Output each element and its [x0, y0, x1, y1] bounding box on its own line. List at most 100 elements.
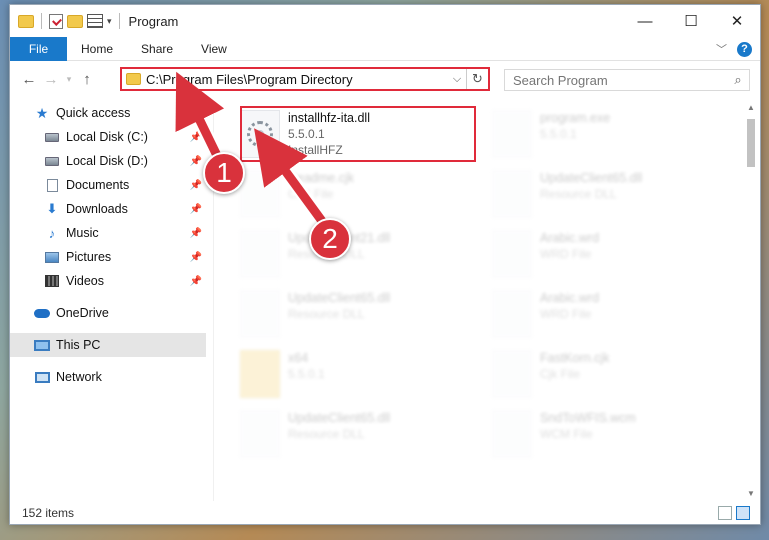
star-icon: ★ — [35, 104, 49, 121]
properties-icon[interactable] — [49, 13, 63, 29]
search-input[interactable] — [513, 72, 727, 88]
pin-icon[interactable]: 📌 — [190, 180, 202, 191]
tab-home[interactable]: Home — [67, 37, 127, 61]
file-item[interactable]: program.exe 5.5.0.1 — [482, 106, 722, 162]
search-box[interactable]: ⌕ — [504, 69, 750, 91]
pin-icon[interactable]: 📌 — [190, 252, 202, 263]
sidebar-item-pictures[interactable]: Pictures 📌 — [10, 245, 206, 269]
ribbon-tabs: File Home Share View ﹀ ? — [10, 36, 760, 61]
sidebar-item-this-pc[interactable]: This PC — [10, 333, 206, 357]
pin-icon[interactable]: 📌 — [190, 156, 202, 167]
back-arrow-icon[interactable]: ← — [18, 71, 40, 88]
sidebar-item-local-disk-d[interactable]: Local Disk (D:) 📌 — [10, 149, 206, 173]
file-item[interactable]: x64 5.5.0.1 — [230, 346, 470, 402]
new-folder-icon[interactable] — [67, 14, 83, 28]
file-name: UpdateClient65.dll — [288, 411, 391, 425]
dll-file-icon — [240, 410, 280, 458]
tab-view[interactable]: View — [187, 37, 241, 61]
file-type: WRD File — [540, 247, 592, 261]
file-item[interactable]: Arabic.wrd WRD File — [482, 286, 722, 342]
view-toggle — [718, 506, 750, 520]
file-item[interactable]: Arabic.wrd WRD File — [482, 226, 722, 282]
dll-file-icon — [240, 230, 280, 278]
file-type: Resource DLL — [540, 187, 617, 201]
file-icon — [240, 170, 280, 218]
download-arrow-icon: ⬇ — [46, 201, 58, 216]
folder-icon — [126, 73, 141, 85]
picture-icon — [44, 250, 60, 264]
file-item[interactable]: UpdateClient65.dll Resource DLL — [482, 166, 722, 222]
file-icon — [492, 410, 532, 458]
file-item-installhfz-ita-dll[interactable]: installhfz-ita.dll 5.5.0.1 InstallHFZ — [230, 106, 470, 162]
folder-icon — [240, 350, 280, 398]
pin-icon[interactable]: 📌 — [190, 276, 202, 287]
file-type: WCM File — [540, 427, 593, 441]
address-path[interactable]: C:\Program Files\Program Directory — [146, 72, 448, 87]
quick-access-toolbar: ▾ — [10, 13, 123, 29]
view-options-icon[interactable] — [87, 14, 103, 28]
close-button[interactable]: ✕ — [714, 5, 760, 37]
file-type: Resource DLL — [288, 307, 365, 321]
sidebar-item-documents[interactable]: Documents 📌 — [10, 173, 206, 197]
large-icons-view-icon[interactable] — [736, 506, 750, 520]
ribbon-right: ﹀ ? — [716, 41, 752, 57]
file-item[interactable]: SndToWFIS.wcm WCM File — [482, 406, 722, 462]
expand-ribbon-chevron-icon[interactable]: ﹀ — [716, 41, 727, 57]
help-icon[interactable]: ? — [737, 41, 752, 57]
file-type: Resource DLL — [288, 427, 365, 441]
pin-icon[interactable]: 📌 — [190, 204, 202, 215]
file-item[interactable]: UpdateClient65.dll Resource DLL — [230, 406, 470, 462]
tab-share[interactable]: Share — [127, 37, 187, 61]
gear-icon — [247, 121, 273, 147]
sidebar-item-label: Videos — [66, 274, 104, 288]
up-arrow-icon[interactable]: ↑ — [76, 71, 98, 88]
file-name: Arabic.wrd — [540, 231, 600, 245]
title-bar: ▾ Program — ☐ ✕ — [10, 5, 760, 37]
network-icon — [34, 370, 50, 384]
pin-icon[interactable]: 📌 — [190, 132, 202, 143]
sidebar-item-label: This PC — [56, 338, 101, 352]
details-view-icon[interactable] — [718, 506, 732, 520]
file-type: Cjk File — [540, 367, 581, 381]
file-item[interactable]: Readme.cjk CJK File — [230, 166, 470, 222]
toolbar-divider — [41, 13, 42, 29]
sidebar-item-quick-access[interactable]: ★ Quick access — [10, 101, 206, 125]
sidebar-item-label: Local Disk (D:) — [66, 154, 148, 168]
sidebar-item-onedrive[interactable]: OneDrive — [10, 301, 206, 325]
vertical-scrollbar[interactable]: ▲ ▼ — [744, 101, 758, 501]
scroll-up-arrow-icon[interactable]: ▲ — [744, 101, 758, 115]
pin-icon[interactable]: 📌 — [190, 228, 202, 239]
drive-icon — [44, 130, 60, 144]
sidebar-item-music[interactable]: ♪ Music 📌 — [10, 221, 206, 245]
address-dropdown-chevron-icon[interactable]: ⌵ — [448, 73, 466, 86]
status-bar: 152 items — [10, 502, 760, 524]
step-1-badge: 1 — [203, 152, 245, 194]
sidebar-item-local-disk-c[interactable]: Local Disk (C:) 📌 — [10, 125, 206, 149]
sidebar-item-label: Downloads — [66, 202, 128, 216]
file-icon — [492, 350, 532, 398]
maximize-button[interactable]: ☐ — [668, 5, 714, 37]
exe-file-icon — [492, 110, 532, 158]
sidebar-item-downloads[interactable]: ⬇ Downloads 📌 — [10, 197, 206, 221]
forward-arrow-icon[interactable]: → — [40, 71, 62, 88]
computer-icon — [34, 338, 50, 352]
drive-icon — [44, 154, 60, 168]
sidebar-item-videos[interactable]: Videos 📌 — [10, 269, 206, 293]
scroll-down-arrow-icon[interactable]: ▼ — [744, 487, 758, 501]
file-item[interactable]: FastKorn.cjk Cjk File — [482, 346, 722, 402]
refresh-icon[interactable]: ↻ — [466, 69, 488, 89]
dll-file-icon — [492, 170, 532, 218]
item-count: 152 items — [22, 506, 75, 520]
file-item[interactable]: UpdateClient65.dll Resource DLL — [230, 286, 470, 342]
customize-toolbar-chevron-icon[interactable]: ▾ — [107, 16, 112, 27]
minimize-button[interactable]: — — [622, 5, 668, 37]
file-name: SndToWFIS.wcm — [540, 411, 636, 425]
recent-locations-chevron-icon[interactable]: ▾ — [62, 74, 76, 85]
tab-file[interactable]: File — [10, 36, 67, 61]
sidebar-item-network[interactable]: Network — [10, 365, 206, 389]
step-2-badge: 2 — [309, 218, 351, 260]
search-icon[interactable]: ⌕ — [727, 72, 749, 88]
address-bar[interactable]: C:\Program Files\Program Directory ⌵ ↻ — [120, 67, 490, 91]
scroll-thumb[interactable] — [747, 119, 755, 167]
cloud-icon — [34, 306, 50, 320]
